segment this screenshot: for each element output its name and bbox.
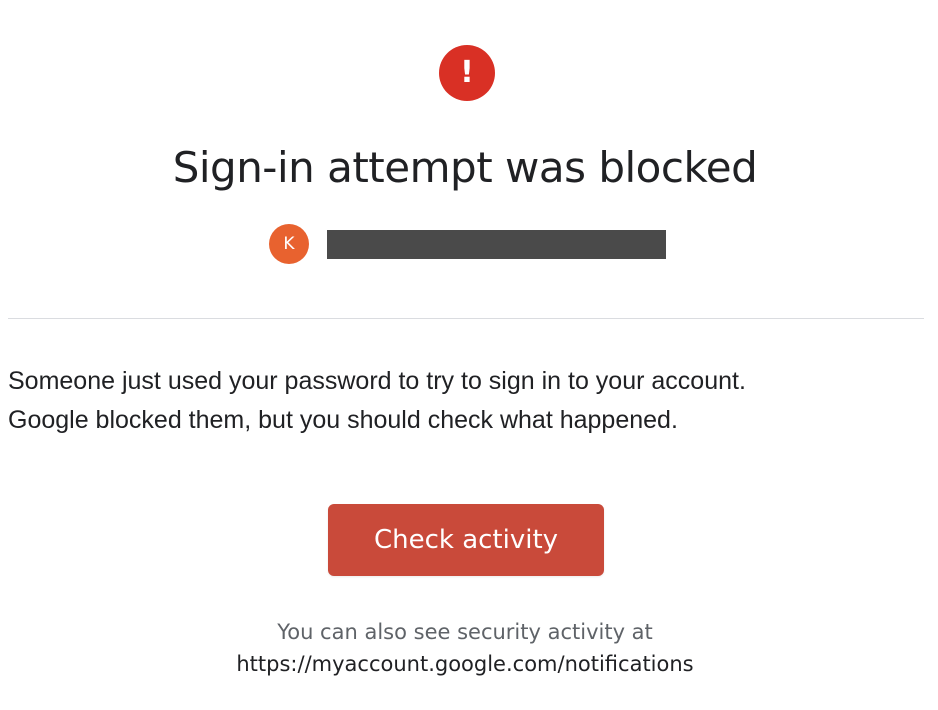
notifications-link[interactable]: https://myaccount.google.com/notificatio… (236, 648, 693, 680)
alert-message: Someone just used your password to try t… (8, 362, 923, 440)
message-line-1: Someone just used your password to try t… (8, 367, 746, 395)
footer: You can also see security activity at ht… (0, 616, 930, 680)
avatar-initial: K (283, 234, 295, 254)
redacted-email (327, 229, 666, 259)
account-row: K (269, 224, 666, 264)
avatar: K (269, 224, 309, 264)
alert-glyph: ! (460, 55, 474, 90)
check-activity-button[interactable]: Check activity (328, 504, 604, 576)
security-alert-email: ! Sign-in attempt was blocked K Someone … (0, 0, 938, 710)
footer-note: You can also see security activity at (277, 620, 653, 644)
divider (8, 318, 924, 319)
alert-exclamation-icon: ! (439, 45, 495, 101)
page-title: Sign-in attempt was blocked (172, 143, 758, 192)
message-line-2: Google blocked them, but you should chec… (8, 406, 678, 434)
